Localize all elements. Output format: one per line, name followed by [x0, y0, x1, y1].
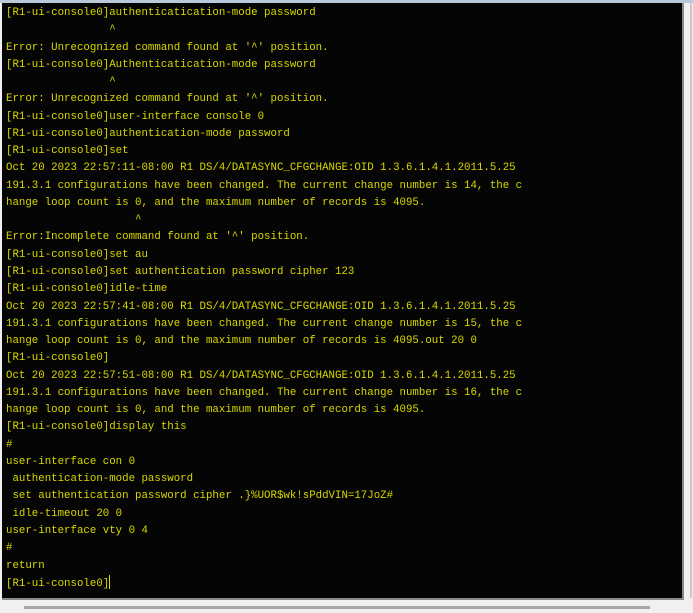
terminal-line: 191.3.1 configurations have been changed…: [6, 179, 523, 192]
horizontal-scrollbar-thumb[interactable]: [24, 606, 650, 609]
terminal-line: user-interface con 0: [6, 455, 136, 468]
terminal-line: #: [6, 542, 13, 555]
terminal-line: hange loop count is 0, and the maximum n…: [6, 404, 426, 417]
terminal-line: authentication-mode password: [6, 473, 194, 486]
vertical-scrollbar[interactable]: [690, 3, 692, 598]
terminal-line: [R1-ui-console0]display this: [6, 421, 187, 434]
terminal-console[interactable]: [R1-ui-console0]authenticatication-mode …: [2, 3, 684, 600]
text-cursor: [109, 574, 111, 589]
terminal-line: hange loop count is 0, and the maximum n…: [6, 335, 477, 348]
terminal-line: ^: [6, 24, 116, 37]
terminal-line: [R1-ui-console0]idle-time: [6, 283, 168, 296]
terminal-line: [R1-ui-console0]user-interface console 0: [6, 110, 265, 123]
terminal-line: Oct 20 2023 22:57:51-08:00 R1 DS/4/DATAS…: [6, 369, 516, 382]
terminal-line: #: [6, 438, 13, 451]
terminal-prompt: [R1-ui-console0]: [6, 577, 110, 590]
terminal-line: ^: [6, 76, 116, 89]
terminal-line: return: [6, 559, 45, 572]
terminal-line: idle-timeout 20 0: [6, 507, 123, 520]
terminal-line: [R1-ui-console0]set au: [6, 248, 148, 261]
terminal-line: Error: Unrecognized command found at '^'…: [6, 93, 329, 106]
terminal-line: Oct 20 2023 22:57:41-08:00 R1 DS/4/DATAS…: [6, 300, 516, 313]
terminal-output: [R1-ui-console0]authenticatication-mode …: [6, 5, 522, 592]
terminal-line: ^: [6, 214, 142, 227]
terminal-line: [R1-ui-console0]set: [6, 145, 129, 158]
terminal-line: Oct 20 2023 22:57:11-08:00 R1 DS/4/DATAS…: [6, 162, 516, 175]
terminal-line: 191.3.1 configurations have been changed…: [6, 386, 523, 399]
horizontal-scrollbar[interactable]: [0, 600, 693, 613]
terminal-line: [R1-ui-console0]Authenticatication-mode …: [6, 58, 316, 71]
terminal-line: user-interface vty 0 4: [6, 524, 148, 537]
terminal-line: set authentication password cipher .}%UO…: [6, 490, 394, 503]
terminal-line: hange loop count is 0, and the maximum n…: [6, 196, 426, 209]
terminal-line: Error:Incomplete command found at '^' po…: [6, 231, 310, 244]
terminal-line: [R1-ui-console0]set authentication passw…: [6, 265, 355, 278]
terminal-line: [R1-ui-console0]: [6, 352, 110, 365]
terminal-line: 191.3.1 configurations have been changed…: [6, 317, 523, 330]
terminal-line: [R1-ui-console0]authentication-mode pass…: [6, 127, 290, 140]
terminal-line: Error: Unrecognized command found at '^'…: [6, 41, 329, 54]
terminal-line: [R1-ui-console0]authenticatication-mode …: [6, 7, 316, 19]
terminal-prompt-line[interactable]: [R1-ui-console0]: [6, 574, 522, 592]
